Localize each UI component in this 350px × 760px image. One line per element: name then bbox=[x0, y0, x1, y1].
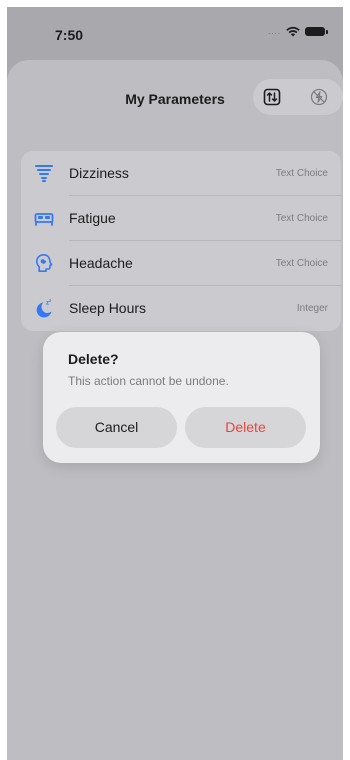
delete-button[interactable]: Delete bbox=[185, 407, 306, 448]
delete-alert-dialog: Delete? This action cannot be undone. Ca… bbox=[43, 332, 320, 463]
cancel-button[interactable]: Cancel bbox=[56, 407, 177, 448]
flash-off-button[interactable] bbox=[310, 88, 328, 106]
sort-icon bbox=[263, 88, 281, 106]
sort-button[interactable] bbox=[263, 88, 281, 106]
head-profile-icon bbox=[36, 254, 53, 272]
list-item[interactable]: Dizziness Text Choice bbox=[21, 151, 341, 196]
parameter-label: Dizziness bbox=[69, 165, 129, 181]
parameter-type: Text Choice bbox=[275, 213, 328, 224]
wifi-icon bbox=[286, 26, 300, 37]
parameter-label: Fatigue bbox=[69, 210, 116, 226]
tornado-icon bbox=[35, 165, 53, 182]
status-time: 7:50 bbox=[55, 27, 84, 43]
status-bar: 7:50 .... bbox=[7, 7, 343, 59]
moon-zzz-icon: z z bbox=[36, 298, 52, 318]
phone-screen: 7:50 .... My Parameters Dizziness Text C… bbox=[7, 7, 343, 760]
svg-text:z: z bbox=[49, 298, 52, 303]
alert-message: This action cannot be undone. bbox=[68, 374, 229, 388]
parameters-list: Dizziness Text Choice Fatigue Text Choic… bbox=[21, 151, 341, 331]
flash-off-icon bbox=[310, 88, 328, 106]
parameter-type: Integer bbox=[296, 303, 328, 314]
list-item[interactable]: Headache Text Choice bbox=[21, 241, 341, 286]
alert-title: Delete? bbox=[68, 351, 119, 367]
parameter-label: Sleep Hours bbox=[69, 300, 147, 316]
list-item[interactable]: z z Sleep Hours Integer bbox=[21, 286, 341, 331]
signal-dots-icon: .... bbox=[268, 26, 281, 36]
parameter-type: Text Choice bbox=[275, 258, 328, 269]
battery-icon bbox=[305, 27, 328, 36]
list-item[interactable]: Fatigue Text Choice bbox=[21, 196, 341, 241]
bed-icon bbox=[34, 213, 54, 226]
parameter-label: Headache bbox=[69, 255, 133, 271]
status-icons: .... bbox=[268, 26, 328, 37]
header-actions bbox=[253, 79, 343, 115]
parameter-type: Text Choice bbox=[275, 168, 328, 179]
